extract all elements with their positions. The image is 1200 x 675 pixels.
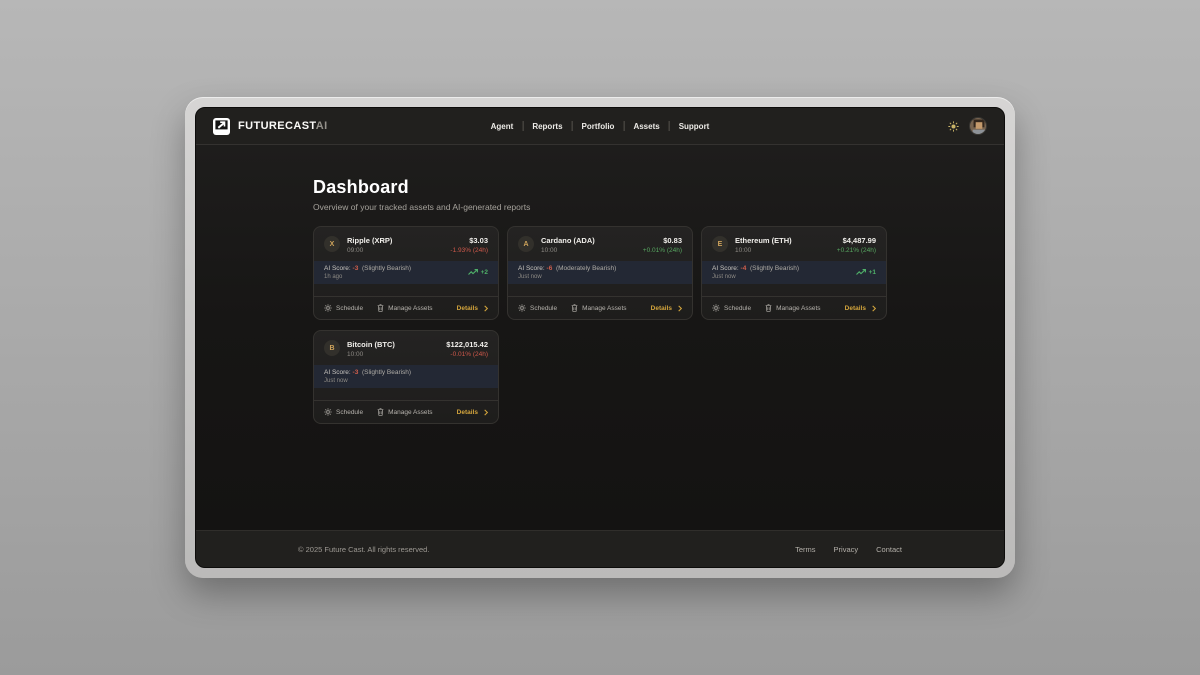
main-nav: Agent Reports Portfolio Assets Support bbox=[482, 121, 719, 131]
trend-up-icon bbox=[856, 269, 866, 276]
trash-icon bbox=[765, 304, 772, 312]
schedule-button[interactable]: Schedule bbox=[324, 304, 363, 312]
manage-assets-button[interactable]: Manage Assets bbox=[571, 304, 626, 312]
footer-links: Terms Privacy Contact bbox=[795, 545, 902, 554]
ai-score-value: -3 bbox=[353, 265, 359, 272]
asset-coin-icon: E bbox=[712, 236, 728, 252]
asset-coin-icon: X bbox=[324, 236, 340, 252]
gear-icon bbox=[712, 304, 720, 312]
asset-price: $122,015.42 bbox=[446, 340, 488, 349]
trend-badge: +2 bbox=[468, 269, 488, 276]
ai-updated: Just now bbox=[324, 378, 411, 384]
details-button[interactable]: Details bbox=[651, 305, 682, 312]
topbar-right-group bbox=[948, 117, 987, 135]
chevron-right-icon bbox=[678, 305, 682, 312]
asset-card-bitcoin: B Bitcoin (BTC) 10:00 $122,015.42 -0.01%… bbox=[313, 330, 499, 424]
trash-icon bbox=[571, 304, 578, 312]
asset-time: 10:00 bbox=[347, 351, 395, 358]
footer-link-contact[interactable]: Contact bbox=[876, 545, 902, 554]
brand-name: FUTURECASTAI bbox=[238, 120, 328, 132]
brand-logo-icon bbox=[213, 118, 230, 135]
gear-icon bbox=[518, 304, 526, 312]
top-navigation-bar: FUTURECASTAI Agent Reports Portfolio Ass… bbox=[196, 108, 1004, 145]
ai-score-value: -4 bbox=[741, 265, 747, 272]
asset-price: $3.03 bbox=[450, 236, 488, 245]
asset-time: 10:00 bbox=[541, 247, 595, 254]
schedule-button[interactable]: Schedule bbox=[518, 304, 557, 312]
asset-card-cardano: A Cardano (ADA) 10:00 $0.83 +0.01% (24h) bbox=[507, 226, 693, 320]
nav-item-agent[interactable]: Agent bbox=[482, 122, 523, 131]
ai-sentiment: (Slightly Bearish) bbox=[750, 265, 799, 272]
manage-assets-button[interactable]: Manage Assets bbox=[377, 304, 432, 312]
ai-score-value: -6 bbox=[547, 265, 553, 272]
asset-change: -0.01% (24h) bbox=[446, 351, 488, 358]
manage-assets-button[interactable]: Manage Assets bbox=[765, 304, 820, 312]
theme-toggle-sun-icon[interactable] bbox=[948, 121, 959, 132]
chevron-right-icon bbox=[872, 305, 876, 312]
ai-score-band: AI Score: -6 (Moderately Bearish) Just n… bbox=[508, 261, 692, 284]
ai-score-value: -3 bbox=[353, 369, 359, 376]
ai-sentiment: (Moderately Bearish) bbox=[556, 265, 616, 272]
manage-assets-button[interactable]: Manage Assets bbox=[377, 408, 432, 416]
ai-sentiment: (Slightly Bearish) bbox=[362, 369, 411, 376]
details-button[interactable]: Details bbox=[457, 409, 488, 416]
ai-updated: Just now bbox=[712, 274, 799, 280]
trash-icon bbox=[377, 304, 384, 312]
ai-updated: 1h ago bbox=[324, 274, 411, 280]
schedule-button[interactable]: Schedule bbox=[712, 304, 751, 312]
nav-item-support[interactable]: Support bbox=[670, 122, 719, 131]
asset-coin-icon: A bbox=[518, 236, 534, 252]
ai-score-band: AI Score: -3 (Slightly Bearish) 1h ago +… bbox=[314, 261, 498, 284]
chevron-right-icon bbox=[484, 305, 488, 312]
trash-icon bbox=[377, 408, 384, 416]
asset-name: Ethereum (ETH) bbox=[735, 236, 792, 245]
asset-price: $4,487.99 bbox=[837, 236, 876, 245]
nav-item-assets[interactable]: Assets bbox=[624, 122, 668, 131]
nav-item-portfolio[interactable]: Portfolio bbox=[573, 122, 624, 131]
asset-cards-grid: X Ripple (XRP) 09:00 $3.03 -1.93% (24h) bbox=[313, 226, 887, 424]
schedule-button[interactable]: Schedule bbox=[324, 408, 363, 416]
asset-change: -1.93% (24h) bbox=[450, 247, 488, 254]
asset-change: +0.21% (24h) bbox=[837, 247, 876, 254]
footer-link-privacy[interactable]: Privacy bbox=[834, 545, 859, 554]
footer: © 2025 Future Cast. All rights reserved.… bbox=[196, 530, 1004, 567]
asset-name: Cardano (ADA) bbox=[541, 236, 595, 245]
ai-score-band: AI Score: -4 (Slightly Bearish) Just now… bbox=[702, 261, 886, 284]
gear-icon bbox=[324, 304, 332, 312]
asset-card-ethereum: E Ethereum (ETH) 10:00 $4,487.99 +0.21% … bbox=[701, 226, 887, 320]
asset-card-ripple: X Ripple (XRP) 09:00 $3.03 -1.93% (24h) bbox=[313, 226, 499, 320]
asset-time: 10:00 bbox=[735, 247, 792, 254]
user-avatar[interactable] bbox=[969, 117, 987, 135]
asset-name: Bitcoin (BTC) bbox=[347, 340, 395, 349]
copyright-text: © 2025 Future Cast. All rights reserved. bbox=[298, 545, 429, 554]
ai-score-label: AI Score: bbox=[324, 265, 351, 272]
gear-icon bbox=[324, 408, 332, 416]
asset-time: 09:00 bbox=[347, 247, 392, 254]
asset-price: $0.83 bbox=[643, 236, 682, 245]
page-subtitle: Overview of your tracked assets and AI-g… bbox=[313, 202, 887, 212]
ai-score-label: AI Score: bbox=[324, 369, 351, 376]
details-button[interactable]: Details bbox=[457, 305, 488, 312]
trend-up-icon bbox=[468, 269, 478, 276]
asset-coin-icon: B bbox=[324, 340, 340, 356]
ai-sentiment: (Slightly Bearish) bbox=[362, 265, 411, 272]
ai-score-label: AI Score: bbox=[712, 265, 739, 272]
device-frame: FUTURECASTAI Agent Reports Portfolio Ass… bbox=[185, 97, 1015, 578]
app-window: FUTURECASTAI Agent Reports Portfolio Ass… bbox=[195, 107, 1005, 568]
details-button[interactable]: Details bbox=[845, 305, 876, 312]
trend-badge: +1 bbox=[856, 269, 876, 276]
ai-updated: Just now bbox=[518, 274, 616, 280]
nav-item-reports[interactable]: Reports bbox=[523, 122, 571, 131]
ai-score-band: AI Score: -3 (Slightly Bearish) Just now bbox=[314, 365, 498, 388]
main-content: Dashboard Overview of your tracked asset… bbox=[196, 145, 1004, 530]
footer-link-terms[interactable]: Terms bbox=[795, 545, 815, 554]
ai-score-label: AI Score: bbox=[518, 265, 545, 272]
chevron-right-icon bbox=[484, 409, 488, 416]
page-title: Dashboard bbox=[313, 177, 887, 198]
asset-change: +0.01% (24h) bbox=[643, 247, 682, 254]
asset-name: Ripple (XRP) bbox=[347, 236, 392, 245]
